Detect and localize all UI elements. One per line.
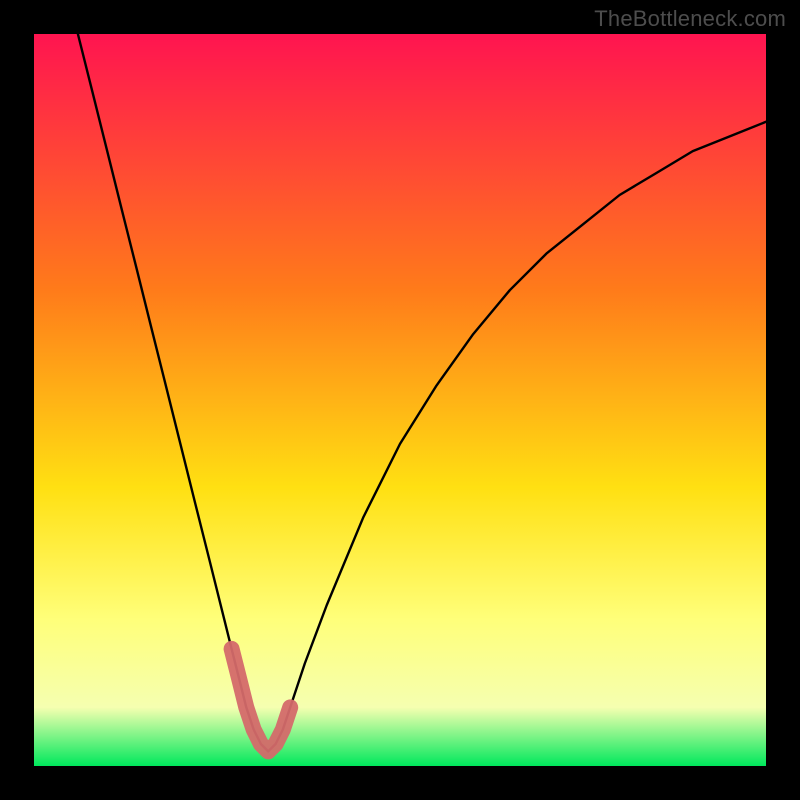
watermark-label: TheBottleneck.com xyxy=(594,6,786,32)
chart-frame: TheBottleneck.com xyxy=(0,0,800,800)
bottleneck-chart xyxy=(0,0,800,800)
plot-background xyxy=(34,34,766,766)
